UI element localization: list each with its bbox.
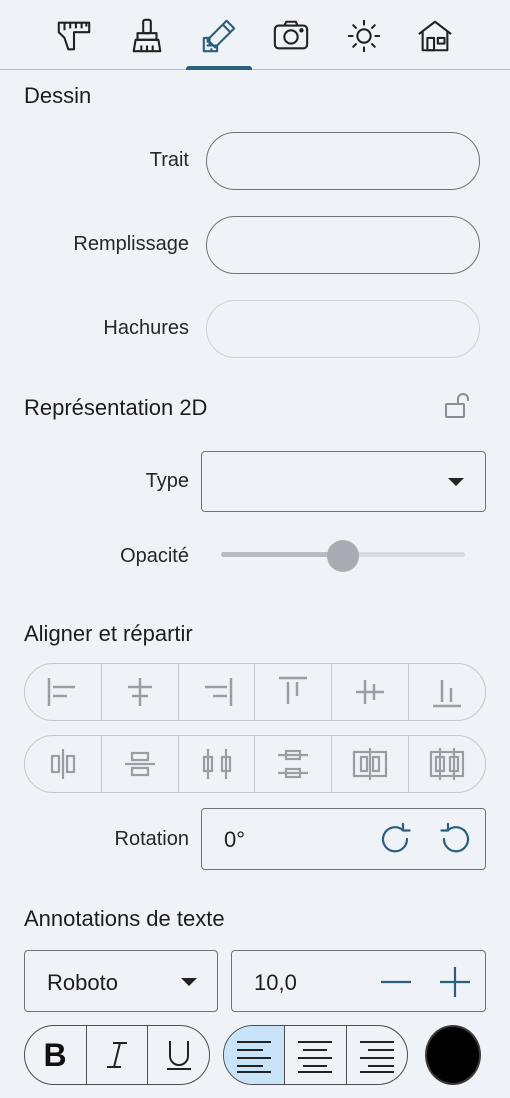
text-align-center-button[interactable]	[285, 1026, 347, 1084]
text-align-left-button[interactable]	[224, 1026, 286, 1084]
distribute-horizontal-centers-button[interactable]	[332, 736, 410, 792]
align-button-group	[24, 663, 486, 721]
hachures-field	[206, 300, 480, 358]
tab-lighting[interactable]	[342, 14, 386, 58]
brush-icon	[132, 18, 162, 53]
svg-text:B: B	[44, 1037, 67, 1073]
italic-icon	[107, 1042, 127, 1068]
opacity-slider-thumb[interactable]	[327, 540, 359, 572]
camera-icon	[273, 20, 309, 50]
tab-camera[interactable]	[269, 14, 313, 58]
text-align-center-icon	[298, 1041, 333, 1073]
text-align-right-button[interactable]	[347, 1026, 407, 1084]
minus-icon	[381, 980, 411, 984]
opacity-label: Opacité	[120, 545, 189, 567]
align-center-horizontal-icon	[127, 678, 152, 706]
align-center-horizontal-button[interactable]	[102, 664, 179, 720]
underline-button[interactable]	[148, 1026, 209, 1084]
trait-field[interactable]	[206, 132, 480, 190]
distribute-horizontal-space-button[interactable]	[179, 736, 256, 792]
trait-label: Trait	[149, 149, 189, 171]
align-top-button[interactable]	[255, 664, 333, 720]
distribute-horizontal-button[interactable]	[25, 736, 102, 792]
decrease-size-button[interactable]	[378, 964, 414, 1000]
distribute-horizontal-edges-button[interactable]	[409, 736, 485, 792]
pencil-ruler-icon	[202, 19, 236, 53]
distribute-horizontal-space-icon	[202, 749, 231, 779]
type-label: Type	[145, 470, 189, 492]
distribute-button-group	[24, 735, 486, 793]
rotate-clockwise-icon	[381, 822, 411, 853]
distribute-horizontal-edges-icon	[429, 748, 465, 780]
align-left-button[interactable]	[25, 664, 102, 720]
distribute-vertical-space-icon	[278, 749, 309, 779]
font-size-stepper[interactable]: 10,0	[231, 950, 486, 1012]
align-right-icon	[204, 678, 232, 706]
rotate-counterclockwise-button[interactable]	[437, 822, 473, 858]
italic-button[interactable]	[87, 1026, 149, 1084]
chevron-down-icon	[448, 478, 464, 486]
sun-icon	[347, 19, 381, 53]
chevron-down-icon	[181, 978, 197, 986]
text-align-left-icon	[237, 1041, 272, 1073]
text-alignment-group	[223, 1025, 408, 1085]
remplissage-label: Remplissage	[73, 233, 189, 255]
align-bottom-button[interactable]	[409, 664, 485, 720]
text-align-right-icon	[359, 1041, 394, 1073]
tab-style[interactable]	[125, 14, 169, 58]
caliper-icon	[57, 21, 91, 51]
align-right-button[interactable]	[179, 664, 256, 720]
active-tab-indicator	[186, 66, 252, 70]
distribute-vertical-space-button[interactable]	[255, 736, 333, 792]
section-title-dessin: Dessin	[24, 83, 92, 108]
rotation-label: Rotation	[114, 828, 190, 850]
distribute-vertical-button[interactable]	[102, 736, 179, 792]
tab-building[interactable]	[413, 14, 457, 58]
rotation-field[interactable]: 0°	[201, 808, 486, 870]
font-family-select[interactable]: Roboto	[24, 950, 218, 1012]
font-size-value: 10,0	[254, 970, 297, 995]
lock-toggle[interactable]	[443, 392, 473, 420]
underline-icon	[166, 1041, 191, 1070]
align-middle-vertical-icon	[356, 680, 385, 704]
rotation-value: 0°	[224, 827, 246, 852]
house-icon	[418, 20, 452, 52]
plus-icon	[440, 967, 470, 997]
align-top-icon	[279, 676, 308, 704]
opacity-slider-fill	[221, 552, 343, 557]
text-color-swatch[interactable]	[425, 1025, 481, 1085]
distribute-horizontal-centers-icon	[353, 748, 388, 780]
align-left-icon	[47, 678, 75, 706]
section-title-annotations: Annotations de texte	[24, 906, 225, 931]
tab-dimensions[interactable]	[52, 14, 96, 58]
increase-size-button[interactable]	[437, 964, 473, 1000]
align-middle-vertical-button[interactable]	[332, 664, 410, 720]
text-style-group: B	[24, 1025, 210, 1085]
distribute-horizontal-icon	[50, 749, 76, 779]
section-title-representation: Représentation 2D	[24, 395, 208, 420]
align-bottom-icon	[433, 680, 462, 708]
distribute-vertical-icon	[124, 751, 155, 777]
rotate-counterclockwise-icon	[440, 822, 470, 853]
hachures-label: Hachures	[103, 317, 189, 339]
remplissage-field[interactable]	[206, 216, 480, 274]
type-select[interactable]	[201, 451, 486, 512]
font-family-value: Roboto	[47, 970, 118, 995]
tool-tab-bar	[0, 0, 510, 70]
section-title-align: Aligner et répartir	[24, 621, 193, 646]
tab-drawing[interactable]	[197, 14, 241, 58]
bold-button[interactable]: B	[25, 1026, 87, 1084]
rotate-clockwise-button[interactable]	[378, 822, 414, 858]
bold-icon: B	[44, 1037, 67, 1073]
unlock-icon	[445, 393, 469, 418]
